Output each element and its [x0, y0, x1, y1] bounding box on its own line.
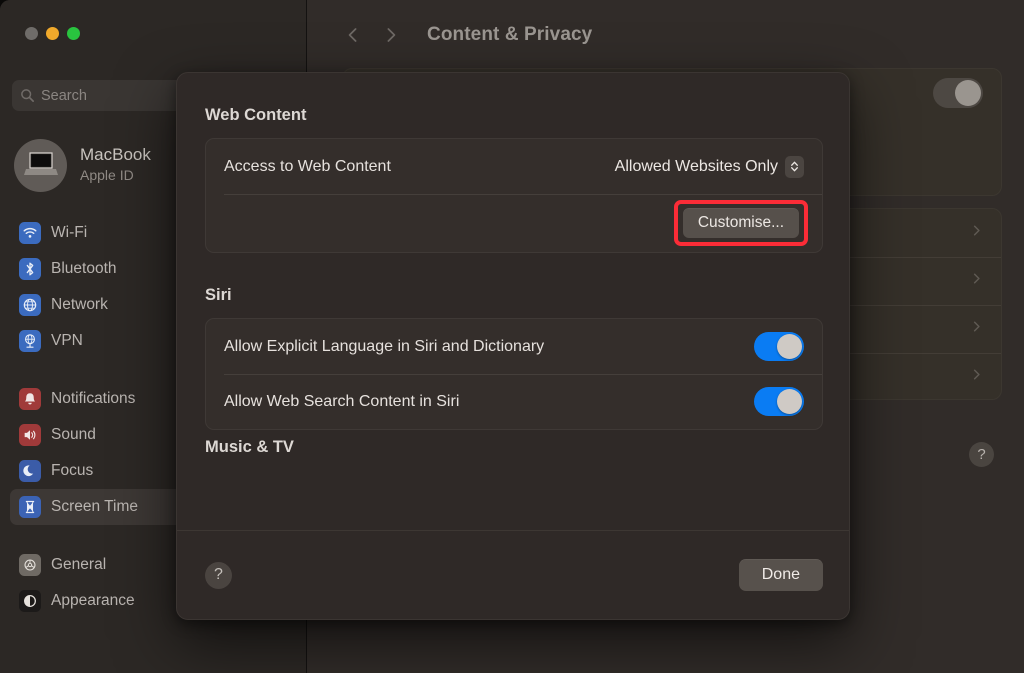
customise-highlight-annotation: Customise... [674, 200, 808, 246]
toggle-knob [777, 389, 802, 414]
sheet-scroll-area[interactable]: Web Content Access to Web Content Allowe… [177, 73, 850, 532]
background-toggle[interactable] [933, 78, 983, 108]
appearance-icon [19, 590, 41, 612]
minimize-button[interactable] [46, 27, 59, 40]
up-down-chevrons-icon [785, 156, 804, 178]
background-help-button[interactable]: ? [969, 442, 994, 467]
sidebar-item-label: Screen Time [51, 498, 138, 516]
access-to-web-content-popup[interactable]: Allowed Websites Only [615, 156, 804, 178]
sidebar-item-label: Notifications [51, 390, 135, 408]
access-to-web-content-row[interactable]: Access to Web Content Allowed Websites O… [206, 139, 822, 194]
account-subtitle: Apple ID [80, 166, 151, 185]
sidebar-item-label: Appearance [51, 592, 135, 610]
chevron-right-icon [970, 368, 983, 386]
avatar [14, 139, 67, 192]
toggle-knob [777, 334, 802, 359]
section-heading-music-tv: Music & TV [205, 438, 294, 457]
chevron-right-icon [970, 224, 983, 242]
customise-button[interactable]: Customise... [683, 208, 799, 238]
chevron-right-icon [970, 272, 983, 290]
allow-web-search-content-row[interactable]: Allow Web Search Content in Siri [206, 374, 822, 429]
search-icon [20, 88, 35, 103]
siri-group: Allow Explicit Language in Siri and Dict… [205, 318, 823, 430]
toggle-knob [955, 80, 981, 106]
chevron-right-icon[interactable] [377, 21, 405, 49]
allow-explicit-language-toggle[interactable] [754, 332, 804, 361]
toolbar: Content & Privacy [307, 0, 1024, 70]
account-name: MacBook [80, 145, 151, 165]
search-placeholder: Search [41, 88, 87, 104]
bell-icon [19, 388, 41, 410]
page-title: Content & Privacy [427, 24, 592, 46]
section-heading-web-content: Web Content [205, 106, 823, 125]
clipped-section-wrap: Music & TV [205, 430, 823, 470]
vpn-icon [19, 330, 41, 352]
content-privacy-sheet: Web Content Access to Web Content Allowe… [176, 72, 850, 620]
customise-row: Customise... [206, 194, 822, 252]
sidebar-item-label: Network [51, 296, 108, 314]
sidebar-item-label: Bluetooth [51, 260, 117, 278]
allow-web-search-content-toggle[interactable] [754, 387, 804, 416]
sidebar-item-label: Sound [51, 426, 96, 444]
window-controls [25, 27, 80, 40]
section-heading-siri: Siri [205, 286, 823, 305]
sheet-footer: ? Done [177, 530, 850, 619]
sidebar-item-label: Wi-Fi [51, 224, 87, 242]
search-input[interactable]: Search [12, 80, 202, 111]
zoom-button[interactable] [67, 27, 80, 40]
moon-icon [19, 460, 41, 482]
account-text: MacBook Apple ID [80, 145, 151, 184]
web-content-group: Access to Web Content Allowed Websites O… [205, 138, 823, 253]
close-button[interactable] [25, 27, 38, 40]
row-label: Allow Explicit Language in Siri and Dict… [224, 338, 754, 356]
bluetooth-icon [19, 258, 41, 280]
help-button[interactable]: ? [205, 562, 232, 589]
row-label: Allow Web Search Content in Siri [224, 393, 754, 411]
speaker-icon [19, 424, 41, 446]
chevron-left-icon[interactable] [339, 21, 367, 49]
sidebar-item-label: VPN [51, 332, 83, 350]
hourglass-icon [19, 496, 41, 518]
chevron-right-icon [970, 320, 983, 338]
network-globe-icon [19, 294, 41, 316]
wifi-icon [19, 222, 41, 244]
popup-selected-value: Allowed Websites Only [615, 158, 778, 176]
gear-icon [19, 554, 41, 576]
system-settings-window: Search MacBook Apple ID [0, 0, 1024, 673]
done-button[interactable]: Done [739, 559, 823, 591]
desktop-backdrop: Search MacBook Apple ID [0, 0, 1024, 673]
sidebar-item-label: Focus [51, 462, 93, 480]
row-label: Access to Web Content [224, 158, 615, 176]
allow-explicit-language-row[interactable]: Allow Explicit Language in Siri and Dict… [206, 319, 822, 374]
sidebar-item-label: General [51, 556, 106, 574]
